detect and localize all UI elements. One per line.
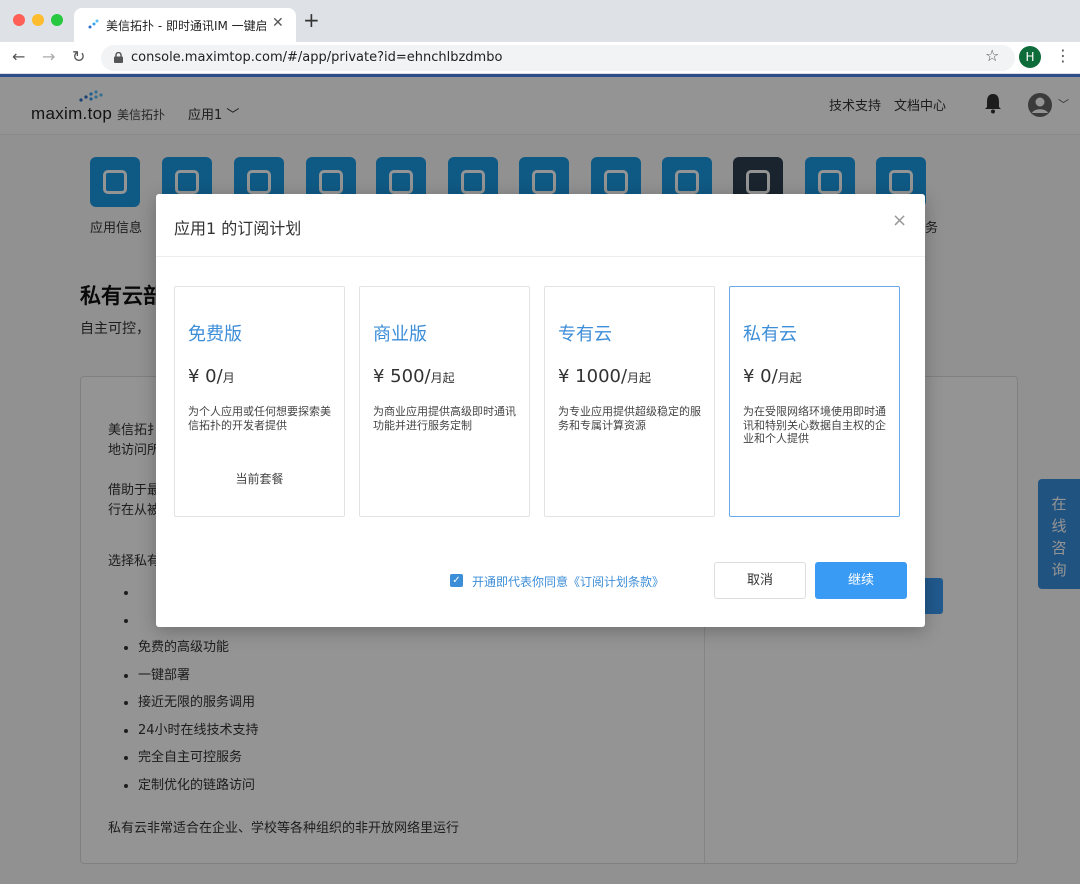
plan-card-dedicated-cloud[interactable]: 专有云 ¥ 1000/月起 为专业应用提供超级稳定的服务和专属计算资源 <box>544 286 715 517</box>
price-unit: 月 <box>222 371 235 385</box>
plan-name: 商业版 <box>373 324 427 345</box>
plan-name: 免费版 <box>188 324 242 345</box>
plan-card-free[interactable]: 免费版 ¥ 0/月 为个人应用或任何想要探索美信拓扑的开发者提供 当前套餐 <box>174 286 345 517</box>
back-icon[interactable]: ← <box>12 47 25 66</box>
dialog-divider <box>156 256 925 257</box>
price-unit: 月起 <box>627 371 652 385</box>
price-unit: 月起 <box>430 371 455 385</box>
url-text: console.maximtop.com/#/app/private?id=eh… <box>131 50 503 65</box>
plan-price: ¥ 500/月起 <box>373 366 455 387</box>
maximize-window-button[interactable] <box>51 14 63 26</box>
plan-description: 为商业应用提供高级即时通讯功能并进行服务定制 <box>373 405 516 432</box>
plan-price: ¥ 1000/月起 <box>558 366 651 387</box>
price-amount: ¥ 500/ <box>373 366 431 387</box>
plan-description: 为专业应用提供超级稳定的服务和专属计算资源 <box>558 405 701 432</box>
minimize-window-button[interactable] <box>32 14 44 26</box>
browser-tab-bar: 美信拓扑 - 即时通讯IM 一键启用 ✕ + <box>0 0 1080 42</box>
plan-name: 私有云 <box>743 324 797 345</box>
plan-description: 为在受限网络环境使用即时通讯和特别关心数据自主权的企业和个人提供 <box>743 405 886 445</box>
plan-description: 为个人应用或任何想要探索美信拓扑的开发者提供 <box>188 405 331 432</box>
agree-checkbox[interactable]: ✓ <box>450 574 463 587</box>
browser-tab[interactable]: 美信拓扑 - 即时通讯IM 一键启用 ✕ <box>74 8 296 42</box>
tab-close-icon[interactable]: ✕ <box>272 15 284 31</box>
profile-avatar[interactable]: H <box>1019 46 1041 68</box>
price-amount: ¥ 0/ <box>743 366 778 387</box>
close-icon[interactable]: × <box>892 210 907 231</box>
plan-price: ¥ 0/月 <box>188 366 235 387</box>
dialog-title: 应用1 的订阅计划 <box>174 219 302 238</box>
cancel-button[interactable]: 取消 <box>714 562 806 599</box>
address-bar-row: ← → ↻ console.maximtop.com/#/app/private… <box>0 42 1080 74</box>
price-amount: ¥ 1000/ <box>558 366 628 387</box>
plan-card-private-cloud[interactable]: 私有云 ¥ 0/月起 为在受限网络环境使用即时通讯和特别关心数据自主权的企业和个… <box>729 286 900 517</box>
bookmark-star-icon[interactable]: ☆ <box>985 46 999 65</box>
terms-link[interactable]: 开通即代表你同意《订阅计划条款》 <box>472 573 664 590</box>
tab-title: 美信拓扑 - 即时通讯IM 一键启用 <box>106 19 266 33</box>
plan-name: 专有云 <box>558 324 612 345</box>
current-plan-label: 当前套餐 <box>235 472 284 486</box>
plan-card-business[interactable]: 商业版 ¥ 500/月起 为商业应用提供高级即时通讯功能并进行服务定制 <box>359 286 530 517</box>
price-amount: ¥ 0/ <box>188 366 223 387</box>
lock-icon <box>114 52 123 63</box>
close-window-button[interactable] <box>13 14 25 26</box>
price-unit: 月起 <box>777 371 802 385</box>
forward-icon[interactable]: → <box>42 47 55 66</box>
url-input[interactable]: console.maximtop.com/#/app/private?id=eh… <box>101 45 1015 71</box>
browser-menu-icon[interactable]: ⋮ <box>1055 46 1071 65</box>
new-tab-button[interactable]: + <box>303 10 320 30</box>
reload-icon[interactable]: ↻ <box>72 47 85 66</box>
continue-button[interactable]: 继续 <box>815 562 907 599</box>
subscription-plan-dialog: 应用1 的订阅计划 × 免费版 ¥ 0/月 为个人应用或任何想要探索美信拓扑的开… <box>156 194 925 627</box>
plan-price: ¥ 0/月起 <box>743 366 802 387</box>
site-favicon-icon <box>88 19 99 29</box>
